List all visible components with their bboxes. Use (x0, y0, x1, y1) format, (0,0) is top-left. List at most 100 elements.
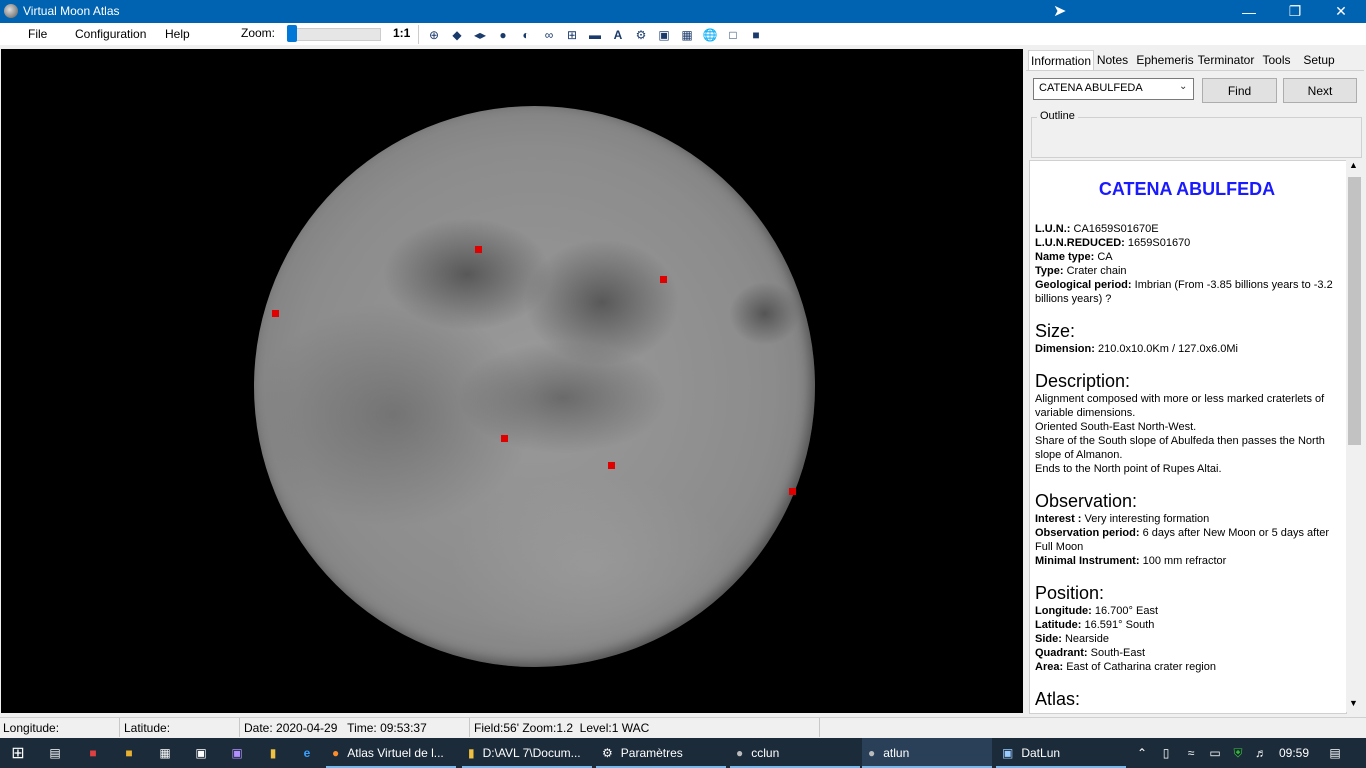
crosshair-icon[interactable]: ⊕ (425, 26, 443, 43)
menu-configuration[interactable]: Configuration (75, 27, 146, 41)
crater-marker[interactable] (501, 435, 508, 442)
type-line: Type: Crater chain (1035, 264, 1340, 278)
task-explorer[interactable]: ▮ D:\AVL 7\Docum... (462, 738, 592, 768)
minimal-instrument-label: Minimal Instrument: (1035, 555, 1140, 567)
type-value: Crater chain (1066, 265, 1127, 277)
clock[interactable]: 09:59 (1276, 738, 1312, 768)
find-button[interactable]: Find (1202, 78, 1277, 103)
task-view-icon[interactable]: ▤ (40, 738, 70, 768)
quadrant-label: Quadrant: (1035, 647, 1088, 659)
info-scrollbar[interactable]: ▲ ▼ (1346, 160, 1363, 712)
grid-icon[interactable]: ⊞ (563, 26, 581, 43)
phase-icon[interactable]: ◐ (517, 26, 535, 43)
description-heading: Description: (1035, 371, 1131, 391)
battery-icon[interactable]: ▭ (1204, 738, 1226, 768)
crater-marker[interactable] (660, 276, 667, 283)
tab-information[interactable]: Information (1028, 50, 1094, 71)
document-icon[interactable]: □ (724, 26, 742, 43)
menu-file[interactable]: File (28, 27, 47, 41)
status-datetime: Date: 2020-04-29 Time: 09:53:37 (244, 721, 427, 735)
settings-gear-icon[interactable]: ⚙ (632, 26, 650, 43)
task-firefox[interactable]: ● Atlas Virtuel de l... (326, 738, 456, 768)
lun-reduced-line: L.U.N.REDUCED: 1659S01670 (1035, 236, 1340, 250)
volume-icon[interactable]: ♬ (1250, 738, 1272, 768)
crater-marker[interactable] (608, 462, 615, 469)
next-button[interactable]: Next (1283, 78, 1357, 103)
zoom-slider-track[interactable] (287, 28, 381, 41)
app-window-icon[interactable]: ▣ (186, 738, 216, 768)
task-settings[interactable]: ⚙ Paramètres (596, 738, 726, 768)
observation-period-label: Observation period: (1035, 527, 1140, 539)
moon-globe-icon[interactable]: ● (494, 26, 512, 43)
file-explorer-icon[interactable]: ▮ (258, 738, 288, 768)
close-button[interactable]: ✕ (1318, 0, 1364, 23)
status-latitude: Latitude: (124, 721, 171, 735)
menu-help[interactable]: Help (165, 27, 190, 41)
libration-icon[interactable]: ∞ (540, 26, 558, 43)
status-longitude: Longitude: (3, 721, 60, 735)
flip-horizontal-icon[interactable]: ◂▸ (471, 26, 489, 43)
scroll-up-icon[interactable]: ▲ (1349, 160, 1358, 170)
notifications-icon[interactable]: ▤ (1320, 738, 1350, 768)
longitude-line: Longitude: 16.700° East (1035, 604, 1340, 618)
flip-vertical-icon[interactable]: ◆ (448, 26, 466, 43)
edge-icon[interactable]: e (292, 738, 322, 768)
minimize-button[interactable]: — (1226, 0, 1272, 23)
lun-value: CA1659S01670E (1073, 223, 1159, 235)
globe-icon[interactable]: 🌐 (701, 26, 719, 43)
feature-title: CATENA ABULFEDA (1098, 179, 1276, 199)
moon-map-view[interactable] (1, 49, 1023, 713)
chevron-up-icon[interactable]: ⌃ (1132, 738, 1152, 768)
tab-setup[interactable]: Setup (1299, 50, 1339, 70)
tab-terminator[interactable]: Terminator (1197, 50, 1255, 70)
side-line: Side: Nearside (1035, 632, 1340, 646)
maximize-button[interactable]: ❐ (1272, 0, 1318, 23)
purple-app-icon[interactable]: ▣ (222, 738, 252, 768)
usb-icon[interactable]: ▯ (1156, 738, 1176, 768)
crater-marker[interactable] (789, 488, 796, 495)
labels-icon[interactable]: A (609, 26, 627, 43)
app-icon (4, 4, 18, 18)
zoom-slider-thumb[interactable] (287, 25, 297, 42)
calendar-icon[interactable]: ▦ (678, 26, 696, 43)
scrollbar-thumb[interactable] (1348, 177, 1361, 445)
acrobat-icon[interactable]: ■ (78, 738, 108, 768)
tab-tools[interactable]: Tools (1259, 50, 1294, 70)
interest-value: Very interesting formation (1084, 513, 1210, 525)
task-atlun[interactable]: ● atlun (862, 738, 992, 768)
fullscreen-icon[interactable]: ■ (747, 26, 765, 43)
tab-ephemeris[interactable]: Ephemeris (1135, 50, 1195, 70)
moon-icon: ● (736, 746, 744, 760)
task-cclun[interactable]: ● cclun (730, 738, 860, 768)
windows-start-icon[interactable]: ⊞ (0, 738, 36, 768)
dimension-label: Dimension: (1035, 343, 1095, 355)
chevron-down-icon[interactable]: ⌄ (1179, 81, 1187, 92)
feature-select[interactable]: CATENA ABULFEDA ⌄ (1033, 78, 1194, 100)
calculator-icon[interactable]: ▦ (150, 738, 180, 768)
area-label: Area: (1035, 661, 1064, 673)
moon-image[interactable] (254, 106, 815, 667)
size-heading: Size: (1035, 321, 1076, 341)
folder-icon: ▮ (468, 746, 475, 760)
status-separator (469, 718, 470, 737)
tab-notes[interactable]: Notes (1094, 50, 1131, 70)
one-to-one-button[interactable]: 1:1 (393, 26, 410, 40)
task-label: Paramètres (620, 746, 683, 760)
minimal-instrument-value: 100 mm refractor (1142, 555, 1227, 567)
camera-icon[interactable]: ▣ (655, 26, 673, 43)
paint-icon[interactable]: ■ (114, 738, 144, 768)
description-text-1: Alignment composed with more or less mar… (1035, 393, 1325, 419)
mouse-cursor-icon: ➤ (1053, 3, 1067, 20)
crater-marker[interactable] (475, 246, 482, 253)
task-label: D:\AVL 7\Docum... (482, 746, 581, 760)
ruler-icon[interactable]: ▬ (586, 26, 604, 43)
security-shield-icon[interactable]: ⛨ (1228, 738, 1248, 768)
wifi-icon[interactable]: ≈ (1180, 738, 1202, 768)
description-text-3: Share of the South slope of Abulfeda the… (1035, 435, 1325, 461)
dimension-value: 210.0x10.0Km / 127.0x6.0Mi (1097, 343, 1238, 355)
feature-select-value: CATENA ABULFEDA (1039, 82, 1143, 94)
type-label: Type: (1035, 265, 1064, 277)
task-datlun[interactable]: ▣ DatLun (996, 738, 1126, 768)
scroll-down-icon[interactable]: ▼ (1349, 698, 1358, 708)
crater-marker[interactable] (272, 310, 279, 317)
